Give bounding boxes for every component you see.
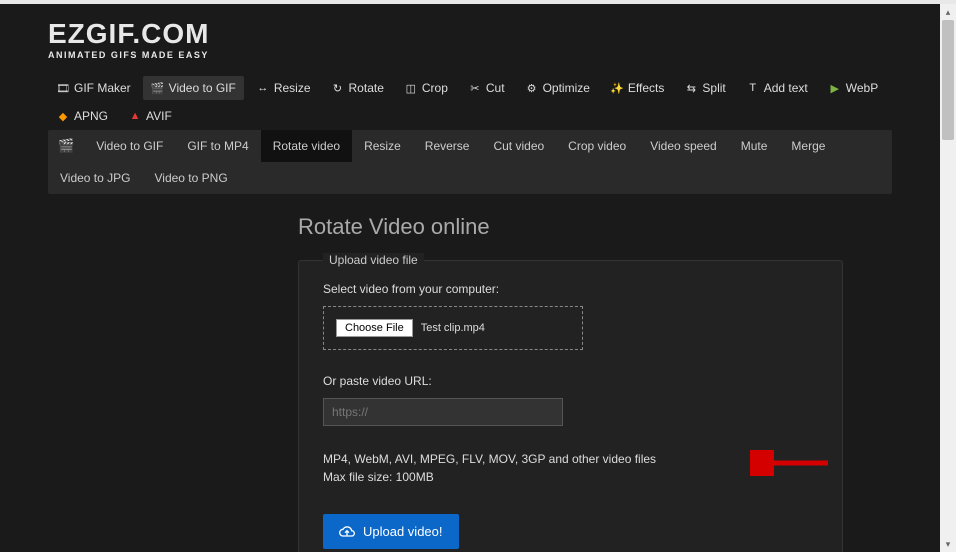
upload-panel: Upload video file Select video from your…: [298, 260, 843, 552]
nav-split[interactable]: ⇆ Split: [676, 76, 733, 100]
subnav-gif-to-mp4[interactable]: GIF to MP4: [175, 130, 260, 162]
logo-tagline: ANIMATED GIFS MADE EASY: [48, 50, 892, 60]
choose-file-button[interactable]: Choose File: [336, 319, 413, 337]
nav-label: Split: [702, 81, 725, 95]
crop-icon: ◫: [404, 81, 418, 95]
formats-line: MP4, WebM, AVI, MPEG, FLV, MOV, 3GP and …: [323, 450, 818, 468]
clapper-icon: 🎬: [58, 138, 74, 154]
nav-add-text[interactable]: T Add text: [738, 76, 816, 100]
site-logo[interactable]: EZGIF.COM ANIMATED GIFS MADE EASY: [48, 20, 892, 60]
nav-label: WebP: [846, 81, 878, 95]
nav-rotate[interactable]: ↻ Rotate: [323, 76, 392, 100]
nav-effects[interactable]: ✨ Effects: [602, 76, 672, 100]
nav-label: Add text: [764, 81, 808, 95]
nav-webp[interactable]: ▶ WebP: [820, 76, 886, 100]
add-text-icon: T: [746, 81, 760, 95]
supported-formats-info: MP4, WebM, AVI, MPEG, FLV, MOV, 3GP and …: [323, 450, 818, 486]
subnav-video-to-gif[interactable]: Video to GIF: [84, 130, 175, 162]
gif-maker-icon: 🎞: [56, 81, 70, 95]
nav-label: Resize: [274, 81, 311, 95]
rotate-icon: ↻: [331, 81, 345, 95]
subnav-video-speed[interactable]: Video speed: [638, 130, 729, 162]
upload-button-label: Upload video!: [363, 524, 443, 539]
apng-icon: ◆: [56, 109, 70, 123]
nav-gif-maker[interactable]: 🎞 GIF Maker: [48, 76, 139, 100]
secondary-nav: 🎬 Video to GIFGIF to MP4Rotate videoResiz…: [48, 130, 892, 194]
split-icon: ⇆: [684, 81, 698, 95]
scroll-down-arrow[interactable]: ▾: [940, 536, 956, 552]
subnav-crop-video[interactable]: Crop video: [556, 130, 638, 162]
nav-crop[interactable]: ◫ Crop: [396, 76, 456, 100]
video-to-gif-icon: 🎬: [151, 81, 165, 95]
upload-video-button[interactable]: Upload video!: [323, 514, 459, 549]
vertical-scrollbar[interactable]: ▴ ▾: [940, 4, 956, 552]
nav-avif[interactable]: ▲ AVIF: [120, 104, 180, 128]
nav-resize[interactable]: ↔ Resize: [248, 76, 319, 100]
nav-apng[interactable]: ◆ APNG: [48, 104, 116, 128]
nav-label: Cut: [486, 81, 505, 95]
webp-icon: ▶: [828, 81, 842, 95]
selected-file-name: Test clip.mp4: [421, 322, 485, 334]
cloud-upload-icon: [339, 525, 355, 539]
nav-label: Crop: [422, 81, 448, 95]
select-file-label: Select video from your computer:: [323, 282, 818, 296]
nav-label: Optimize: [543, 81, 590, 95]
file-drop-zone[interactable]: Choose File Test clip.mp4: [323, 306, 583, 350]
nav-label: Video to GIF: [169, 81, 236, 95]
logo-main-text: EZGIF.COM: [48, 20, 892, 48]
subnav-home-icon[interactable]: 🎬: [48, 130, 84, 162]
nav-optimize[interactable]: ⚙ Optimize: [517, 76, 598, 100]
scroll-up-arrow[interactable]: ▴: [940, 4, 956, 20]
subnav-resize[interactable]: Resize: [352, 130, 413, 162]
nav-label: APNG: [74, 109, 108, 123]
effects-icon: ✨: [610, 81, 624, 95]
max-size-line: Max file size: 100MB: [323, 468, 818, 486]
page-title: Rotate Video online: [298, 214, 892, 240]
subnav-merge[interactable]: Merge: [779, 130, 837, 162]
panel-legend: Upload video file: [323, 253, 424, 267]
avif-icon: ▲: [128, 109, 142, 123]
nav-label: Effects: [628, 81, 664, 95]
subnav-rotate-video[interactable]: Rotate video: [261, 130, 352, 162]
resize-icon: ↔: [256, 81, 270, 95]
subnav-reverse[interactable]: Reverse: [413, 130, 482, 162]
subnav-video-to-png[interactable]: Video to PNG: [143, 162, 240, 194]
paste-url-label: Or paste video URL:: [323, 374, 818, 388]
nav-video-to-gif[interactable]: 🎬 Video to GIF: [143, 76, 244, 100]
cut-icon: ✂: [468, 81, 482, 95]
nav-cut[interactable]: ✂ Cut: [460, 76, 513, 100]
scrollbar-thumb[interactable]: [942, 20, 954, 140]
optimize-icon: ⚙: [525, 81, 539, 95]
subnav-cut-video[interactable]: Cut video: [481, 130, 556, 162]
video-url-input[interactable]: [323, 398, 563, 426]
nav-label: GIF Maker: [74, 81, 131, 95]
nav-label: AVIF: [146, 109, 172, 123]
subnav-mute[interactable]: Mute: [729, 130, 780, 162]
nav-label: Rotate: [349, 81, 384, 95]
primary-nav: 🎞 GIF Maker 🎬 Video to GIF ↔ Resize ↻ Rotate ◫ Cr…: [48, 76, 892, 128]
subnav-video-to-jpg[interactable]: Video to JPG: [48, 162, 143, 194]
